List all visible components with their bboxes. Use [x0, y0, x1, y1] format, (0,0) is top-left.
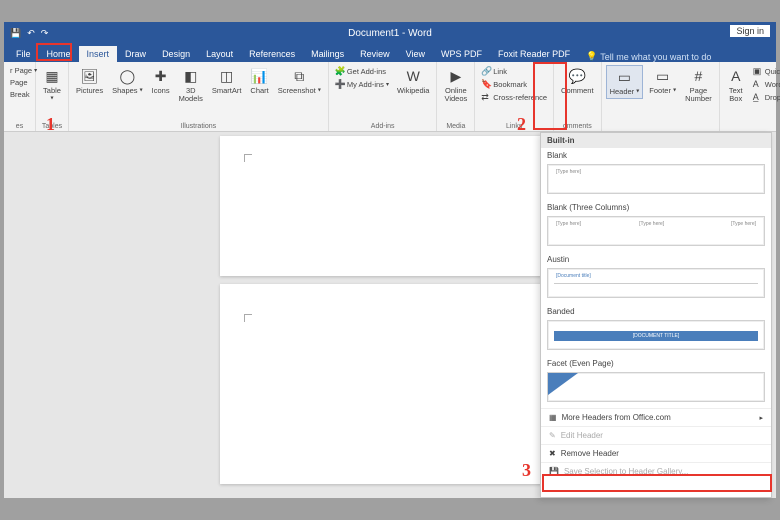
icons-button[interactable]: ✚Icons [149, 65, 173, 97]
header-button[interactable]: ▭Header ▾ [606, 65, 644, 99]
ribbon-tabs: File Home Insert Draw Design Layout Refe… [4, 44, 776, 62]
quickparts-icon: ▣ [753, 66, 763, 76]
tab-foxit[interactable]: Foxit Reader PDF [490, 46, 578, 62]
text-box-button[interactable]: AText Box [724, 65, 748, 106]
link-button[interactable]: 🔗Link [479, 65, 549, 77]
screenshot-button[interactable]: ⧉Screenshot ▾ [275, 65, 324, 97]
header-dropdown: Built-in Blank [Type here] Blank (Three … [540, 132, 772, 498]
footer-button[interactable]: ▭Footer ▾ [646, 65, 679, 97]
save-gallery-icon: 💾 [549, 467, 559, 476]
wordart-icon: A [753, 79, 763, 89]
pictures-button[interactable]: 🖼Pictures [73, 65, 106, 97]
smartart-button[interactable]: ◫SmartArt [209, 65, 245, 97]
page-2[interactable] [220, 284, 560, 484]
header-option-three-columns[interactable]: [Type here] [Type here] [Type here] [547, 216, 765, 246]
wordart-button[interactable]: AWordArt ▾ [751, 78, 780, 90]
wikipedia-button[interactable]: WWikipedia [394, 65, 433, 97]
chart-icon: 📊 [251, 67, 269, 85]
save-icon[interactable]: 💾 [10, 28, 21, 39]
online-videos-button[interactable]: ▶Online Videos [441, 65, 470, 106]
shapes-button[interactable]: ◯Shapes ▾ [109, 65, 146, 97]
header-option-blank[interactable]: [Type here] [547, 164, 765, 194]
video-icon: ▶ [447, 67, 465, 85]
footer-icon: ▭ [654, 67, 672, 85]
edit-icon: ✎ [549, 431, 556, 440]
title-bar: 💾 ↶ ↷ Document1 - Word Sign in [4, 22, 776, 44]
shapes-icon: ◯ [118, 67, 136, 85]
more-headers-button[interactable]: ▦More Headers from Office.com▸ [541, 408, 771, 426]
tab-draw[interactable]: Draw [117, 46, 154, 62]
textbox-icon: A [727, 67, 745, 85]
header-option-facet[interactable] [547, 372, 765, 402]
blank-page-button[interactable]: Page [8, 77, 31, 88]
tab-mailings[interactable]: Mailings [303, 46, 352, 62]
comment-icon: 💬 [568, 67, 586, 85]
dropdown-section-builtin: Built-in [541, 133, 771, 148]
store-icon: 🧩 [335, 66, 345, 76]
window-title: Document1 - Word [348, 28, 432, 39]
screenshot-icon: ⧉ [290, 67, 308, 85]
bookmark-button[interactable]: 🔖Bookmark [479, 78, 549, 90]
get-addins-button[interactable]: 🧩Get Add-ins [333, 65, 391, 77]
tab-insert[interactable]: Insert [79, 46, 118, 62]
header-option-banded-label: Banded [541, 304, 771, 318]
pictures-icon: 🖼 [81, 67, 99, 85]
drop-cap-button[interactable]: A̲Drop Cap ▾ [751, 91, 780, 103]
remove-icon: ✖ [549, 449, 556, 458]
bookmark-icon: 🔖 [481, 79, 491, 89]
remove-header-button[interactable]: ✖Remove Header [541, 444, 771, 462]
save-selection-button[interactable]: 💾Save Selection to Header Gallery... [541, 462, 771, 480]
redo-icon[interactable]: ↷ [41, 28, 49, 39]
header-option-blank-label: Blank [541, 148, 771, 162]
sign-in-button[interactable]: Sign in [730, 25, 770, 37]
tell-me[interactable]: 💡 Tell me what you want to do [586, 51, 711, 62]
link-icon: 🔗 [481, 66, 491, 76]
header-icon: ▭ [615, 68, 633, 86]
comment-button[interactable]: 💬Comment [558, 65, 597, 97]
pagenum-icon: # [689, 67, 707, 85]
office-icon: ▦ [549, 413, 557, 422]
dropcap-icon: A̲ [753, 92, 763, 102]
addins-icon: ➕ [335, 79, 345, 89]
tab-file[interactable]: File [8, 46, 39, 62]
edit-header-button[interactable]: ✎Edit Header [541, 426, 771, 444]
page-1[interactable] [220, 136, 560, 276]
header-option-facet-label: Facet (Even Page) [541, 356, 771, 370]
page-break-button[interactable]: Break [8, 89, 31, 100]
cover-page-button[interactable]: r Page ▾ [8, 65, 31, 76]
cube-icon: ◧ [182, 67, 200, 85]
page-number-button[interactable]: #Page Number [682, 65, 715, 106]
tab-review[interactable]: Review [352, 46, 398, 62]
tab-view[interactable]: View [398, 46, 433, 62]
wikipedia-icon: W [404, 67, 422, 85]
tab-references[interactable]: References [241, 46, 303, 62]
3d-models-button[interactable]: ◧3D Models [176, 65, 206, 106]
icons-icon: ✚ [152, 67, 170, 85]
crossref-icon: ⇄ [481, 92, 491, 102]
table-button[interactable]: ▦Table▾ [40, 65, 64, 106]
header-option-banded[interactable]: [DOCUMENT TITLE] [547, 320, 765, 350]
table-icon: ▦ [43, 67, 61, 85]
qat: 💾 ↶ ↷ [10, 28, 48, 39]
tab-home[interactable]: Home [39, 46, 79, 62]
chart-button[interactable]: 📊Chart [247, 65, 271, 97]
smartart-icon: ◫ [218, 67, 236, 85]
ribbon: r Page ▾ Page Break es ▦Table▾ Tables 🖼P… [4, 62, 776, 132]
header-option-austin-label: Austin [541, 252, 771, 266]
cross-reference-button[interactable]: ⇄Cross-reference [479, 91, 549, 103]
header-option-three-columns-label: Blank (Three Columns) [541, 200, 771, 214]
tab-wpspdf[interactable]: WPS PDF [433, 46, 490, 62]
quick-parts-button[interactable]: ▣Quick Parts ▾ [751, 65, 780, 77]
tab-layout[interactable]: Layout [198, 46, 241, 62]
tab-design[interactable]: Design [154, 46, 198, 62]
header-option-austin[interactable]: [Document title] [547, 268, 765, 298]
my-addins-button[interactable]: ➕My Add-ins ▾ [333, 78, 391, 90]
undo-icon[interactable]: ↶ [27, 28, 35, 39]
